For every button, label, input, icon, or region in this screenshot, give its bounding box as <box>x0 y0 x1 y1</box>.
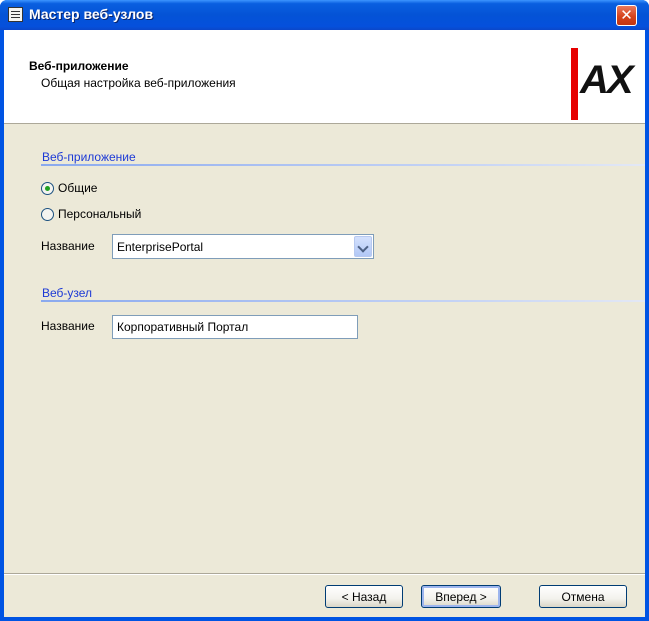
logo-text: AX <box>580 58 634 102</box>
window-app-icon <box>8 7 23 22</box>
web-app-name-dropdown[interactable]: EnterprisePortal <box>112 234 374 259</box>
close-icon: ✕ <box>620 6 633 24</box>
footer-divider <box>4 573 645 575</box>
radio-personal-button[interactable] <box>41 208 54 221</box>
wizard-header: Веб-приложение Общая настройка веб-прило… <box>4 30 645 124</box>
radio-common-button[interactable] <box>41 182 54 195</box>
site-group-label: Веб-узел <box>42 286 93 300</box>
page-subtitle: Общая настройка веб-приложения <box>41 76 236 90</box>
site-group-divider <box>41 300 645 302</box>
next-button[interactable]: Вперед > <box>421 585 501 608</box>
back-button[interactable]: < Назад <box>325 585 403 608</box>
window-title: Мастер веб-узлов <box>29 6 154 22</box>
radio-personal-label: Персональный <box>58 207 142 221</box>
title-bar[interactable]: Мастер веб-узлов ✕ <box>0 0 649 30</box>
close-button[interactable]: ✕ <box>616 5 637 26</box>
web-app-group-label: Веб-приложение <box>42 150 136 164</box>
chevron-down-icon[interactable] <box>354 236 372 257</box>
web-app-group-divider <box>41 164 645 166</box>
site-name-label: Название <box>41 319 95 333</box>
logo-accent-bar <box>571 48 578 120</box>
dialog-client-area: Веб-приложение Общая настройка веб-прило… <box>4 30 645 617</box>
web-app-name-value: EnterprisePortal <box>117 240 204 254</box>
web-app-name-label: Название <box>41 239 95 253</box>
site-name-input[interactable] <box>112 315 358 339</box>
wizard-window: Мастер веб-узлов ✕ Веб-приложение Общая … <box>0 0 649 621</box>
radio-common-label: Общие <box>58 181 98 195</box>
cancel-button[interactable]: Отмена <box>539 585 627 608</box>
page-title: Веб-приложение <box>29 59 129 73</box>
ax-logo: AX <box>571 48 639 120</box>
